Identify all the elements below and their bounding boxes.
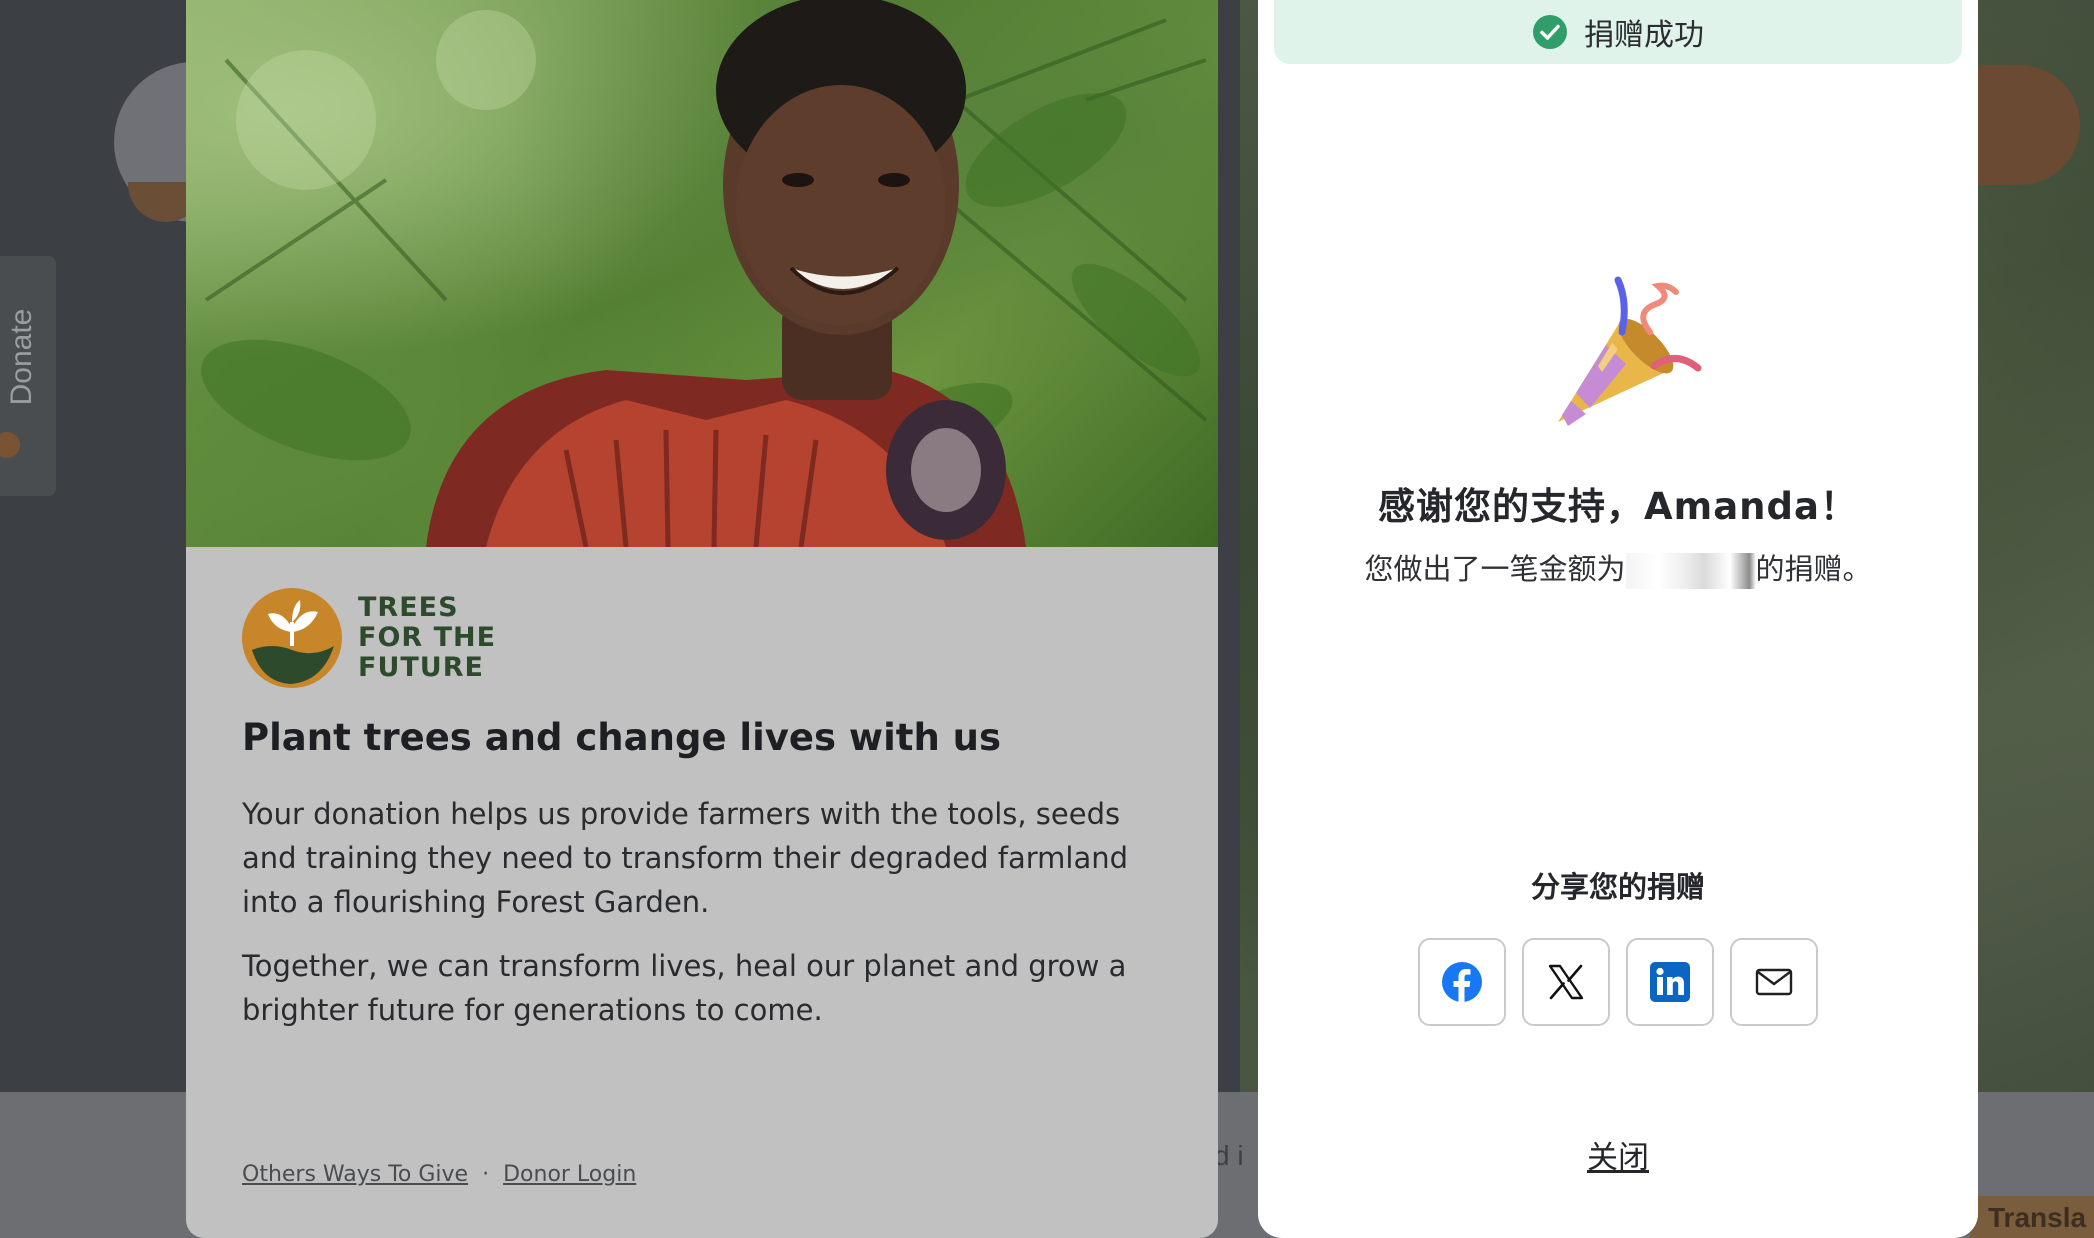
logo-line-2: FOR THE — [358, 622, 497, 653]
linkedin-icon — [1650, 962, 1690, 1002]
thanks-subtitle-suffix: 的捐赠。 — [1755, 552, 1872, 586]
facebook-icon — [1442, 962, 1482, 1002]
hero-photo-illustration — [201, 0, 1208, 547]
other-ways-to-give-link[interactable]: Others Ways To Give — [242, 1162, 468, 1187]
share-x-button[interactable] — [1522, 938, 1610, 1026]
share-buttons — [1418, 938, 1818, 1026]
x-icon — [1548, 964, 1584, 1000]
card-title: Plant trees and change lives with us — [242, 716, 1002, 759]
success-banner: 捐赠成功 — [1274, 0, 1962, 64]
share-facebook-button[interactable] — [1418, 938, 1506, 1026]
close-button[interactable]: 关闭 — [1258, 1132, 1978, 1177]
thanks-subtitle: 您做出了一笔金额为 的捐赠。 — [1258, 546, 1978, 589]
background-footer-text: d i — [1214, 1140, 1244, 1171]
donation-success-modal: 捐赠成功 感谢您的支持，Amanda！ 您做出了一笔金额为 的捐赠。 分享您的捐赠 — [1258, 0, 1978, 1238]
card-paragraph-2: Together, we can transform lives, heal o… — [242, 949, 1127, 1027]
card-footer-links: Others Ways To Give · Donor Login — [242, 1162, 636, 1187]
donate-side-tab-label: Donate — [5, 308, 38, 406]
party-popper-icon — [1558, 276, 1702, 426]
logo-line-1: TREES — [358, 592, 459, 623]
thanks-title: 感谢您的支持，Amanda！ — [1378, 485, 1858, 528]
redacted-amount — [1625, 553, 1756, 589]
tree-hand-icon — [242, 588, 342, 688]
share-email-button[interactable] — [1730, 938, 1818, 1026]
check-circle-icon — [1533, 15, 1567, 49]
share-linkedin-button[interactable] — [1626, 938, 1714, 1026]
thanks-subtitle-prefix: 您做出了一笔金额为 — [1364, 552, 1626, 586]
trees-for-the-future-logo: TREES FOR THE FUTURE — [242, 588, 496, 688]
translate-button[interactable]: Transla — [1970, 1196, 2094, 1238]
mail-icon — [1755, 968, 1793, 996]
link-separator: · — [482, 1162, 490, 1187]
logo-wordmark: TREES FOR THE FUTURE — [358, 593, 496, 683]
share-title: 分享您的捐赠 — [1530, 870, 1705, 904]
card-paragraph-1: Your donation helps us provide farmers w… — [242, 797, 1129, 919]
translate-label: Transla — [1988, 1202, 2087, 1233]
success-banner-text: 捐赠成功 — [1584, 18, 1704, 53]
donor-login-link[interactable]: Donor Login — [503, 1162, 636, 1187]
logo-line-3: FUTURE — [358, 652, 484, 683]
campaign-info-card: TREES FOR THE FUTURE Plant trees and cha… — [186, 0, 1218, 1238]
hero-photo — [186, 0, 1218, 547]
